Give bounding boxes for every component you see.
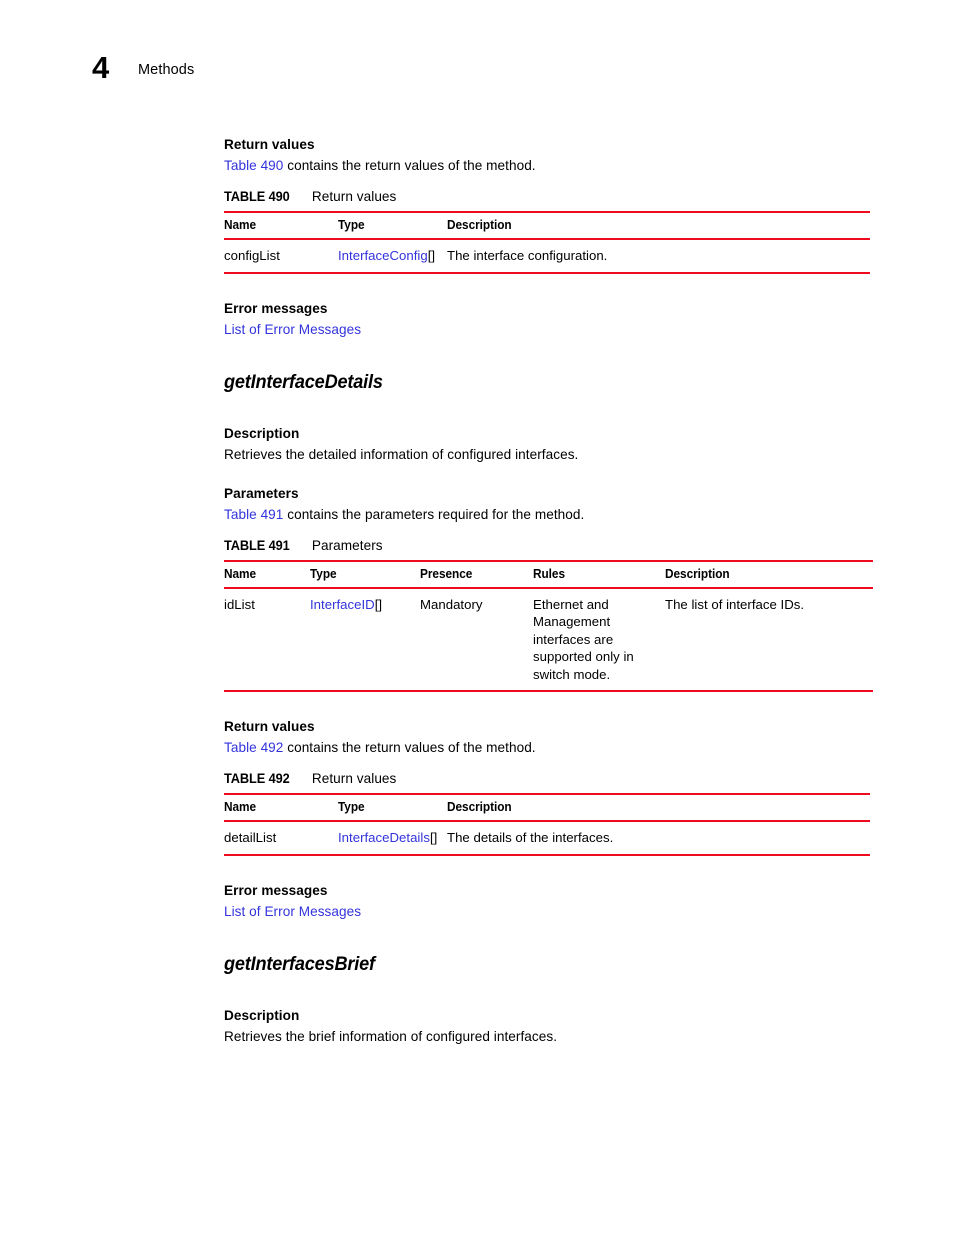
table-491-caption: TABLE 491 Parameters	[224, 537, 884, 555]
section-label-parameters: Parameters	[224, 485, 299, 501]
table-492-xref-link[interactable]: Table 492	[224, 740, 283, 755]
table-492-intro: Table 492 contains the return values of …	[224, 738, 884, 758]
page-header: 4 Methods	[0, 50, 954, 92]
table-491-caption-number: TABLE 491	[224, 537, 290, 553]
api-heading-get-interfaces-brief: getInterfacesBrief	[224, 952, 375, 975]
table-490-cell-description: The interface configuration.	[447, 239, 870, 274]
table-492-header-type-label: Type	[338, 800, 365, 814]
table-491-xref-link[interactable]: Table 491	[224, 507, 283, 522]
table-492-header-type: Type	[338, 793, 447, 822]
table-490: Name Type Description configList Interfa…	[224, 211, 870, 274]
table-491-header-type-label: Type	[310, 566, 337, 581]
table-492-header-description: Description	[447, 793, 870, 822]
interface-details-link[interactable]: InterfaceDetails	[338, 830, 430, 845]
table-492-intro-text: contains the return values of the method…	[283, 740, 536, 755]
table-490-cell-type: InterfaceConfig[]	[338, 239, 447, 274]
description-text-1: Retrieves the detailed information of co…	[224, 446, 579, 462]
table-row: idList InterfaceID[] Mandatory Ethernet …	[224, 587, 873, 692]
section-label-description-1: Description	[224, 425, 300, 441]
chapter-number: 4	[92, 50, 109, 85]
table-row: configList InterfaceConfig[] The interfa…	[224, 239, 870, 274]
section-label-error-messages-1: Error messages	[224, 300, 328, 316]
table-490-header-description-label: Description	[447, 218, 512, 232]
table-492-caption: TABLE 492 Return values	[224, 770, 884, 788]
table-491-intro-text: contains the parameters required for the…	[283, 506, 585, 522]
table-491-header-type: Type	[310, 559, 420, 589]
table-491-type-suffix: []	[374, 596, 383, 612]
interface-config-link[interactable]: InterfaceConfig	[338, 248, 428, 263]
table-491-cell-presence: Mandatory	[420, 587, 533, 692]
table-492-header-name-label: Name	[224, 800, 257, 814]
table-492: Name Type Description detailList Interfa…	[224, 793, 870, 856]
table-492-header-row: Name Type Description	[224, 793, 870, 822]
interface-id-link[interactable]: InterfaceID	[310, 597, 375, 612]
table-490-caption: TABLE 490 Return values	[224, 188, 884, 206]
table-491-header-rules: Rules	[533, 559, 665, 589]
table-491-header-presence-label: Presence	[420, 566, 473, 581]
table-491-header-rules-label: Rules	[533, 566, 566, 581]
table-491-cell-type: InterfaceID[]	[310, 587, 420, 692]
table-491-header-presence: Presence	[420, 559, 533, 589]
section-label-return-values-2: Return values	[224, 719, 315, 734]
table-490-intro-text: contains the return values of the method…	[283, 158, 536, 173]
chapter-title: Methods	[138, 62, 195, 78]
table-492-caption-text: Return values	[311, 771, 397, 786]
api-heading-get-interface-details: getInterfaceDetails	[224, 370, 383, 393]
table-492-cell-name: detailList	[224, 821, 338, 856]
table-490-caption-text: Return values	[311, 189, 397, 204]
section-label-error-messages-2: Error messages	[224, 882, 328, 898]
table-492-header-name: Name	[224, 793, 338, 822]
list-of-error-messages-link-2[interactable]: List of Error Messages	[224, 904, 361, 919]
table-492-type-suffix: []	[429, 830, 438, 845]
table-491-header-name-label: Name	[224, 566, 257, 581]
table-491-cell-name: idList	[224, 587, 310, 692]
table-490-header-name: Name	[224, 211, 338, 240]
table-490-header-type: Type	[338, 211, 447, 240]
table-491: Name Type Presence Rules Description idL…	[224, 559, 873, 693]
table-491-header-name: Name	[224, 559, 310, 589]
table-490-header-type-label: Type	[338, 218, 365, 232]
table-491-header-description: Description	[665, 559, 873, 589]
table-490-intro: Table 490 contains the return values of …	[224, 156, 884, 176]
table-490-type-suffix: []	[427, 248, 436, 263]
table-490-header-description: Description	[447, 211, 870, 240]
table-491-cell-description: The list of interface IDs.	[665, 587, 873, 692]
table-row: detailList InterfaceDetails[] The detail…	[224, 821, 870, 856]
table-490-header-row: Name Type Description	[224, 211, 870, 240]
section-label-description-2: Description	[224, 1007, 300, 1023]
error-messages-link-1: List of Error Messages	[224, 320, 884, 340]
list-of-error-messages-link[interactable]: List of Error Messages	[224, 322, 361, 337]
table-490-xref-link[interactable]: Table 490	[224, 158, 283, 173]
table-492-header-description-label: Description	[447, 800, 512, 814]
table-490-caption-number: TABLE 490	[224, 189, 290, 204]
table-491-cell-rules: Ethernet and Management interfaces are s…	[533, 587, 665, 692]
table-491-header-row: Name Type Presence Rules Description	[224, 559, 873, 589]
document-content: Return values Table 490 contains the ret…	[224, 135, 884, 1047]
section-label-return-values-1: Return values	[224, 137, 315, 152]
table-490-header-name-label: Name	[224, 218, 257, 232]
table-491-intro: Table 491 contains the parameters requir…	[224, 505, 884, 525]
description-text-2: Retrieves the brief information of confi…	[224, 1028, 558, 1044]
table-492-caption-number: TABLE 492	[224, 771, 290, 786]
table-492-cell-description: The details of the interfaces.	[447, 821, 870, 856]
error-messages-link-2: List of Error Messages	[224, 902, 884, 922]
table-491-caption-text: Parameters	[311, 537, 383, 553]
table-491-header-description-label: Description	[665, 566, 730, 581]
table-490-cell-name: configList	[224, 239, 338, 274]
table-492-cell-type: InterfaceDetails[]	[338, 821, 447, 856]
